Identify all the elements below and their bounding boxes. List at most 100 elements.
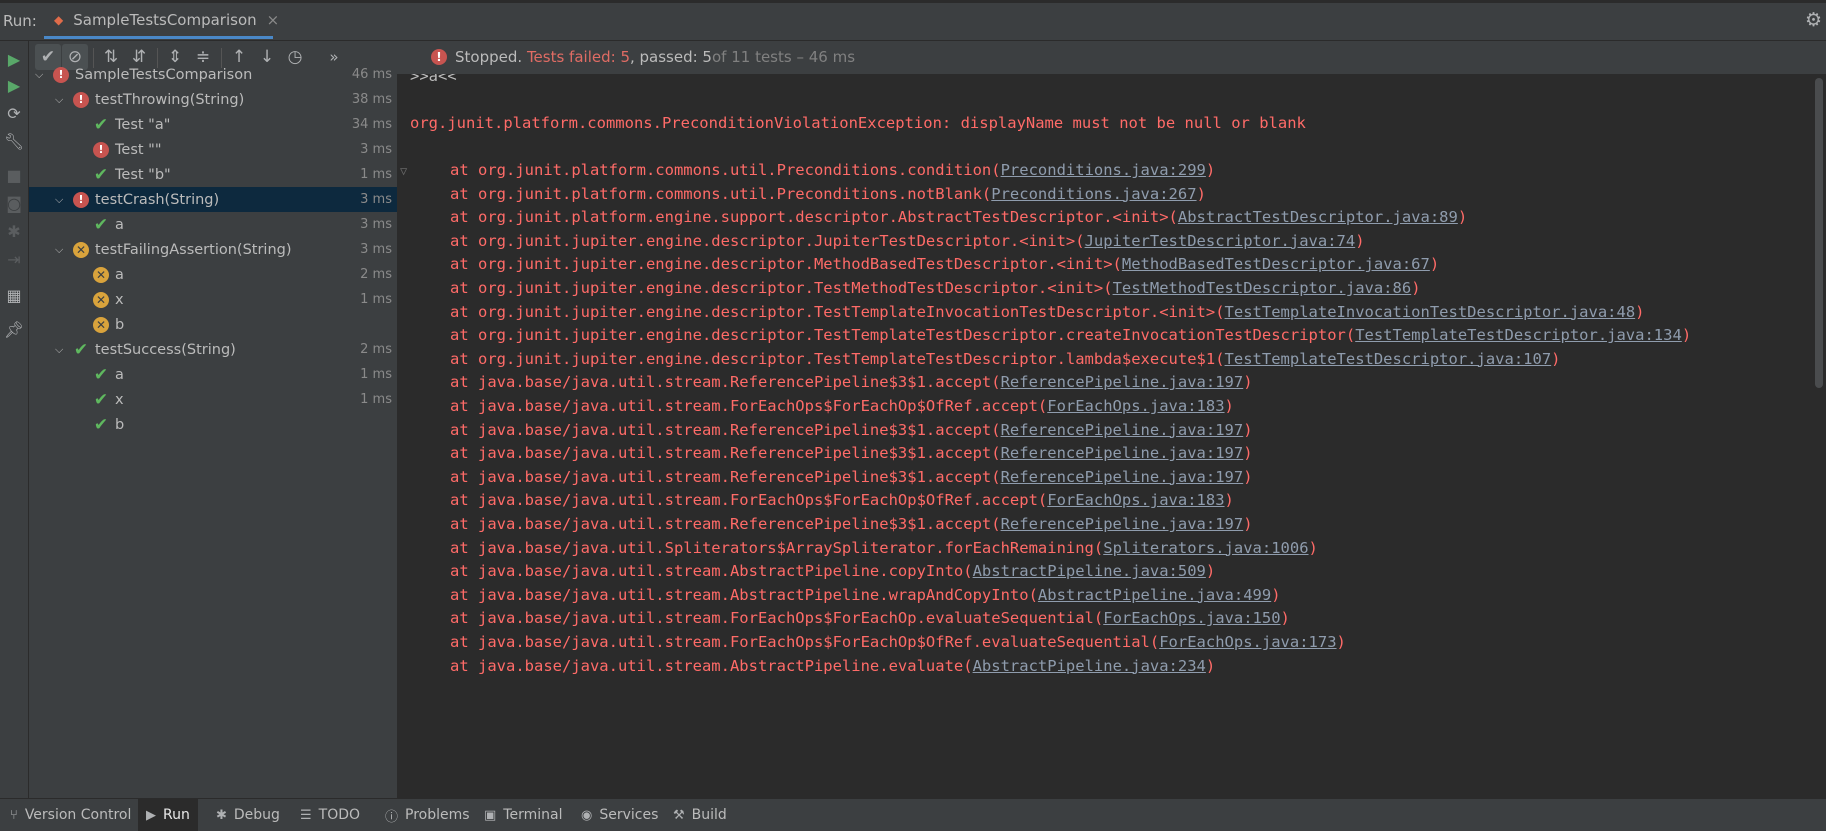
source-link[interactable]: AbstractPipeline.java:499 [1038,586,1271,604]
toggle-auto-test-icon[interactable]: ⟳ [4,103,24,123]
test-run-icon: ◆ [54,12,64,27]
stack-frame-text: at org.junit.jupiter.engine.descriptor.J… [450,231,1085,250]
tool-window-label: Problems [405,807,470,823]
test-status: ! Stopped. Tests failed: 5 , passed: 5 o… [431,48,855,66]
test-failed-icon: ! [73,191,89,208]
gear-icon[interactable]: ⚙ [1805,9,1822,31]
source-link[interactable]: Spliterators.java:1006 [1103,539,1308,557]
source-link[interactable]: Preconditions.java:267 [991,185,1196,203]
status-stopped: Stopped. [455,48,523,66]
source-link[interactable]: ReferencePipeline.java:197 [1001,373,1244,391]
console-output[interactable]: >>a<< org.junit.platform.commons.Precond… [398,74,1812,798]
tool-window-services[interactable]: ◉ Services [573,799,666,831]
test-tree[interactable]: ⌵! SampleTestsComparison 46 ms ⌵! testThrowi… [29,66,398,798]
source-link[interactable]: AbstractPipeline.java:509 [973,562,1206,580]
tree-node-label: Test "b" [115,166,171,183]
source-link[interactable]: ForEachOps.java:173 [1159,633,1336,651]
tool-window-terminal[interactable]: ▣ Terminal [476,799,570,831]
tree-test-node[interactable]: ! Test "" 3 ms [29,137,397,162]
stack-frame-text: at java.base/java.util.stream.ReferenceP… [450,467,1001,486]
stack-frame-text: at org.junit.platform.engine.support.des… [450,208,1178,227]
tool-window-debug[interactable]: ✱ Debug [208,799,288,831]
console-scrollbar-thumb[interactable] [1815,78,1823,388]
tree-test-node[interactable]: ✔ a 1 ms [29,362,397,387]
tool-window-build[interactable]: ⚒ Build [665,799,735,831]
left-action-bar: ▶ ▶ ⟳ 🔧︎ ■ ◙ ✱ ⇥ ▦ 📌︎ [0,41,29,798]
stack-frame-text: at org.junit.platform.commons.util.Preco… [450,184,992,203]
chevron-down-icon[interactable]: ⌵ [55,243,63,257]
tree-method-node[interactable]: ⌵ ✔ testSuccess(String) 2 ms [29,337,397,362]
stack-trace-line: at org.junit.platform.commons.util.Preco… [450,183,1206,205]
stack-frame-close: ) [1243,467,1253,486]
test-passed-icon: ✔ [93,364,109,385]
source-link[interactable]: ReferencePipeline.java:197 [1001,468,1244,486]
tree-test-node[interactable]: ✕ b [29,312,397,337]
source-link[interactable]: JupiterTestDescriptor.java:74 [1085,232,1356,250]
tree-method-node[interactable]: ⌵! testCrash(String) 3 ms [29,187,397,212]
stack-frame-close: ) [1308,538,1318,557]
rerun-failed-icon[interactable]: ▶ [4,75,24,95]
tree-node-duration: 34 ms [351,117,392,132]
tree-test-node[interactable]: ✔ b [29,412,397,437]
status-passed: , passed: 5 [629,48,712,66]
tree-node-duration: 1 ms [360,367,392,382]
tree-test-node[interactable]: ✕ x 1 ms [29,287,397,312]
source-link[interactable]: MethodBasedTestDescriptor.java:67 [1122,255,1430,273]
rerun-icon[interactable]: ▶ [4,49,24,69]
source-link[interactable]: TestTemplateTestDescriptor.java:134 [1355,326,1682,344]
branch-icon: ⑂ [10,807,18,823]
wrench-icon[interactable]: 🔧︎ [4,131,24,151]
stack-trace-line: at java.base/java.util.stream.ForEachOps… [450,395,1234,417]
chevron-down-icon[interactable]: ⌵ [35,68,43,82]
tree-test-node[interactable]: ✔ Test "b" 1 ms [29,162,397,187]
layout-icon[interactable]: ▦ [4,285,24,305]
tree-test-node[interactable]: ✔ Test "a" 34 ms [29,112,397,137]
tree-node-label: testSuccess(String) [95,341,236,358]
tree-node-duration: 38 ms [351,92,392,107]
test-passed-icon: ✔ [93,414,109,435]
stack-frame-close: ) [1224,491,1234,510]
source-link[interactable]: Preconditions.java:299 [1001,161,1206,179]
tree-test-node[interactable]: ✔ x 1 ms [29,387,397,412]
tool-window-version-control[interactable]: ⑂ Version Control [2,799,139,831]
tree-test-node[interactable]: ✕ a 2 ms [29,262,397,287]
chevron-down-icon[interactable]: ⌵ [55,343,63,357]
tree-test-node[interactable]: ✔ a 3 ms [29,212,397,237]
test-assertion-failed-icon: ✕ [73,241,89,258]
camera-icon[interactable]: ◙ [4,193,24,213]
terminal-icon: ▣ [484,807,497,823]
source-link[interactable]: ForEachOps.java:183 [1047,397,1224,415]
tool-window-problems[interactable]: ⓘ Problems [377,799,478,831]
chevron-down-icon[interactable]: ⌵ [55,93,63,107]
tree-node-duration: 1 ms [360,392,392,407]
source-link[interactable]: ReferencePipeline.java:197 [1001,444,1244,462]
tool-window-label: Version Control [24,807,132,823]
tab-sample-tests-comparison[interactable]: ◆ SampleTestsComparison × [44,3,279,39]
stop-icon[interactable]: ■ [4,165,24,185]
tool-window-todo[interactable]: ☰ TODO [292,799,368,831]
stack-frame-text: at java.base/java.util.stream.ForEachOps… [450,397,1048,415]
stack-trace-line: at org.junit.jupiter.engine.descriptor.T… [450,301,1645,323]
source-link[interactable]: TestTemplateTestDescriptor.java:107 [1225,350,1552,368]
source-link[interactable]: TestMethodTestDescriptor.java:86 [1113,279,1412,297]
tree-root-node[interactable]: ⌵! SampleTestsComparison 46 ms [29,62,397,87]
debug-settings-icon[interactable]: ✱ [4,221,24,241]
close-icon[interactable]: × [267,11,280,29]
stack-frame-close: ) [1429,255,1440,274]
stack-frame-close: ) [1196,184,1206,203]
chevron-down-icon[interactable]: ⌵ [55,193,63,207]
source-link[interactable]: ReferencePipeline.java:197 [1001,421,1244,439]
tree-method-node[interactable]: ⌵ ✕ testFailingAssertion(String) 3 ms [29,237,397,262]
tree-method-node[interactable]: ⌵! testThrowing(String) 38 ms [29,87,397,112]
source-link[interactable]: AbstractTestDescriptor.java:89 [1178,208,1458,226]
source-link[interactable]: AbstractPipeline.java:234 [973,657,1206,675]
tool-window-label: Build [691,807,727,823]
source-link[interactable]: TestTemplateInvocationTestDescriptor.jav… [1225,303,1636,321]
exit-icon[interactable]: ⇥ [4,249,24,269]
source-link[interactable]: ForEachOps.java:150 [1103,609,1280,627]
fold-icon[interactable]: ▽ [400,164,407,178]
tool-window-run[interactable]: ▶ Run [138,799,198,831]
source-link[interactable]: ReferencePipeline.java:197 [1001,515,1244,533]
pin-icon[interactable]: 📌︎ [4,319,24,339]
source-link[interactable]: ForEachOps.java:183 [1047,491,1224,509]
